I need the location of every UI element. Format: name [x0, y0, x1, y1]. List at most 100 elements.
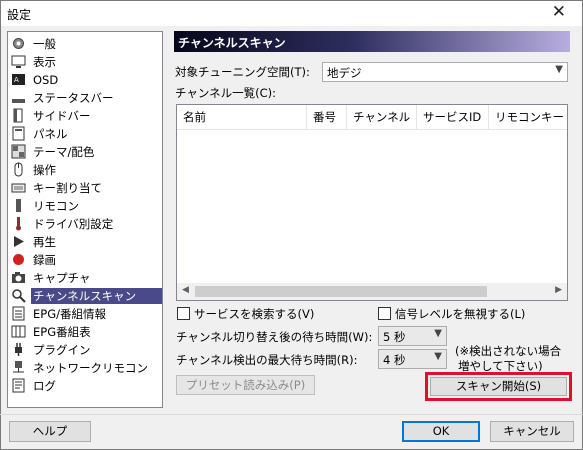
sidebar-item-log[interactable]: ログ: [10, 377, 160, 394]
plugin-icon: [15, 343, 22, 356]
ignore-signal-checkbox[interactable]: [378, 307, 391, 320]
sidebar-item-label: OSD: [33, 73, 59, 87]
chevron-down-icon: ▼: [434, 328, 442, 339]
display-icon: [11, 55, 26, 68]
play-icon: [14, 236, 24, 247]
scroll-right-icon[interactable]: ▶: [555, 285, 562, 295]
sidebar-item-channel-scan[interactable]: チャンネルスキャン: [10, 287, 162, 304]
sidebar-item-playback[interactable]: 再生: [10, 233, 160, 250]
sidebar-item-label: EPG/番組情報: [33, 307, 106, 321]
sidebar-icon: [13, 108, 23, 123]
switch-wait-select[interactable]: 5 秒 ▼: [378, 326, 447, 346]
gear-icon: [13, 38, 24, 49]
camera-icon: [12, 272, 25, 283]
sidebar-item-label: 操作: [33, 163, 56, 177]
epg-table-icon: [11, 325, 26, 338]
preset-load-button[interactable]: プリセット読み込み(P): [176, 375, 315, 395]
search-services-checkbox[interactable]: [177, 307, 190, 320]
scroll-left-icon[interactable]: ◀: [182, 285, 189, 295]
ignore-signal-label: 信号レベルを無視する(L): [395, 307, 526, 321]
sidebar-item-operation[interactable]: 操作: [10, 161, 160, 178]
panel-title: チャンネルスキャン: [178, 36, 286, 50]
svg-text:A: A: [14, 76, 19, 84]
panel-icon: [12, 126, 25, 141]
sidebar-item-capture[interactable]: キャプチャ: [10, 269, 160, 286]
sidebar-item-label: キー割り当て: [33, 181, 102, 195]
sidebar-item-osd[interactable]: A OSD: [10, 71, 160, 88]
sidebar-item-plugin[interactable]: プラグイン: [10, 341, 160, 358]
settings-category-list[interactable]: 一般 表示 A OSD ステータスバー サイドバー パネル テーマ/配色 操作 …: [7, 31, 163, 408]
channel-list-header: 名前 番号 チャンネル サービスID リモコンキー: [177, 105, 567, 130]
sidebar-item-general[interactable]: 一般: [10, 35, 160, 52]
sidebar-item-theme[interactable]: テーマ/配色: [10, 143, 160, 160]
column-service-id[interactable]: サービスID: [417, 105, 489, 130]
sidebar-item-label: テーマ/配色: [33, 145, 95, 159]
sidebar-item-statusbar[interactable]: ステータスバー: [10, 89, 160, 106]
driver-icon: [16, 217, 21, 231]
tuning-space-label: 対象チューニング空間(T):: [175, 65, 310, 79]
scrollbar-thumb[interactable]: [195, 286, 487, 297]
sidebar-item-label: チャンネルスキャン: [31, 288, 162, 304]
sidebar-item-label: 一般: [33, 37, 56, 51]
sidebar-item-epg-table[interactable]: EPG番組表: [10, 323, 160, 340]
sidebar-item-label: ネットワークリモコン: [33, 361, 148, 375]
sidebar-item-label: ステータスバー: [33, 91, 114, 105]
cancel-button[interactable]: キャンセル: [490, 421, 574, 442]
chevron-down-icon: ▼: [434, 351, 442, 362]
statusbar-icon: [12, 99, 25, 103]
keyboard-icon: [11, 183, 26, 193]
sidebar-item-label: EPG番組表: [33, 325, 91, 339]
ok-button[interactable]: OK: [402, 421, 480, 442]
sidebar-item-remote[interactable]: リモコン: [10, 197, 160, 214]
sidebar-item-label: 録画: [33, 253, 56, 267]
detect-wait-label: チャンネル検出の最大待ち時間(R):: [176, 353, 358, 367]
sidebar-item-label: ログ: [33, 379, 56, 393]
tuning-space-select[interactable]: 地デジ ▼: [322, 62, 568, 82]
log-icon: [12, 378, 25, 393]
network-icon: [13, 361, 24, 373]
detect-note-line1: (※検出されない場合: [455, 344, 562, 358]
sidebar-item-label: リモコン: [33, 199, 79, 213]
sidebar-item-record[interactable]: 録画: [10, 251, 160, 268]
chevron-down-icon: ▼: [555, 64, 563, 75]
column-number[interactable]: 番号: [307, 105, 347, 130]
sidebar-item-network-remote[interactable]: ネットワークリモコン: [10, 359, 160, 376]
osd-icon: A: [12, 74, 25, 85]
panel-header: チャンネルスキャン: [174, 31, 570, 52]
channel-list[interactable]: 名前 番号 チャンネル サービスID リモコンキー ◀ ▶: [176, 104, 568, 301]
sidebar-item-label: 表示: [33, 55, 56, 69]
help-button[interactable]: ヘルプ: [9, 421, 91, 442]
highlight-box: [425, 372, 572, 401]
sidebar-item-epg[interactable]: EPG/番組情報: [10, 305, 160, 322]
sidebar-item-display[interactable]: 表示: [10, 53, 160, 70]
record-icon: [13, 254, 24, 265]
sidebar-item-keys[interactable]: キー割り当て: [10, 179, 160, 196]
remote-icon: [16, 199, 21, 212]
close-icon[interactable]: ✕: [552, 2, 566, 22]
horizontal-scrollbar[interactable]: ◀ ▶: [177, 283, 567, 300]
tuning-space-value: 地デジ: [327, 66, 362, 80]
detect-wait-select[interactable]: 4 秒 ▼: [378, 349, 447, 369]
sidebar-item-label: プラグイン: [33, 343, 91, 357]
sidebar-item-label: パネル: [33, 127, 68, 141]
switch-wait-value: 5 秒: [383, 330, 406, 344]
sidebar-item-driver[interactable]: ドライバ別設定: [10, 215, 160, 232]
window-title: 設定: [7, 8, 32, 22]
sidebar-item-label: キャプチャ: [33, 271, 91, 285]
mouse-icon: [14, 162, 23, 177]
switch-wait-label: チャンネル切り替え後の待ち時間(W):: [176, 330, 373, 344]
title-bar: 設定 ✕: [0, 0, 583, 26]
sidebar-item-sidebar[interactable]: サイドバー: [10, 107, 160, 124]
theme-icon: [11, 144, 26, 159]
column-channel[interactable]: チャンネル: [347, 105, 417, 130]
column-name[interactable]: 名前: [177, 105, 307, 130]
sidebar-item-label: ドライバ別設定: [33, 217, 114, 231]
column-remote-key[interactable]: リモコンキー: [489, 105, 567, 130]
sidebar-item-label: サイドバー: [33, 109, 91, 123]
epg-icon: [12, 306, 25, 321]
channel-list-label: チャンネル一覧(C):: [175, 86, 277, 100]
search-services-label: サービスを検索する(V): [194, 307, 315, 321]
detect-wait-value: 4 秒: [383, 353, 406, 367]
sidebar-item-panel[interactable]: パネル: [10, 125, 160, 142]
sidebar-item-label: 再生: [33, 235, 56, 249]
